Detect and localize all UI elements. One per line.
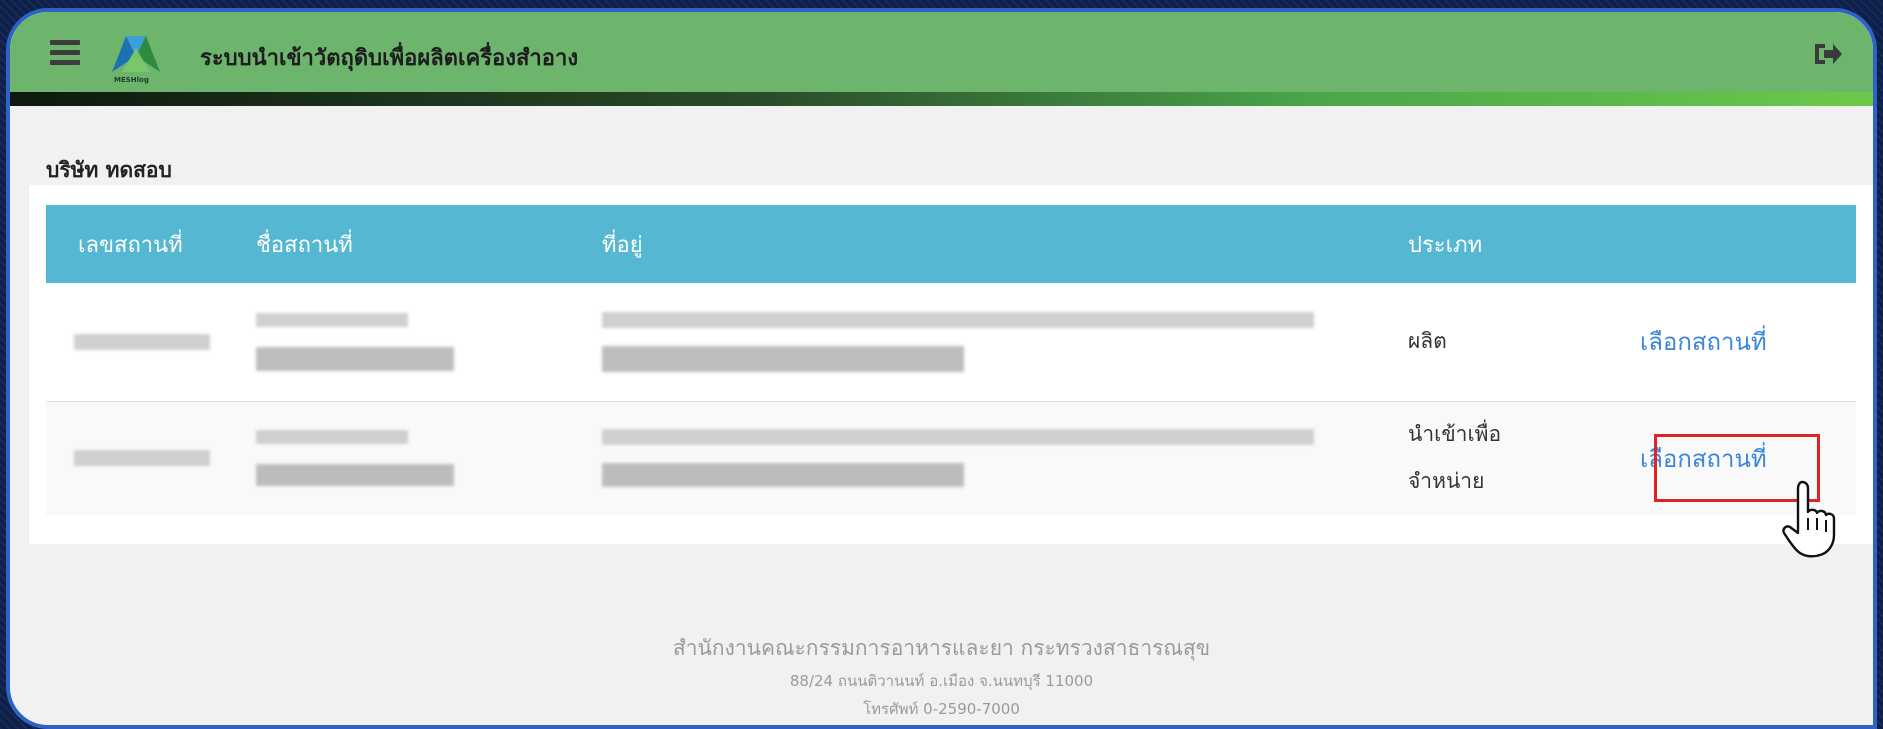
redacted-text [602,463,964,488]
column-header-site-name: ชื่อสถานที่ [256,232,353,258]
header-stripe [10,92,1873,106]
redacted-text [602,429,1314,446]
site-name-cell [256,401,602,515]
type-line-2: จำหน่าย [1408,469,1485,494]
column-header-action [1602,205,1856,283]
company-name: บริษัท ทดสอบ [46,158,172,182]
redacted-text [256,346,454,371]
app-window: MESHlog ระบบนำเข้าวัตถุดิบเพื่อผลิตเครื่… [6,8,1877,729]
table-row: นำเข้าเพื่อ จำหน่าย เลือกสถานที่ [46,401,1856,515]
footer-address: 88/24 ถนนติวานนท์ อ.เมือง จ.นนทบุรี 1100… [789,672,1094,690]
footer-agency: สำนักงานคณะกรรมการอาหารและยา กระทรวงสาธา… [672,636,1211,660]
action-cell: เลือกสถานที่ [1602,283,1856,401]
sites-table: เลขสถานที่ ชื่อสถานที่ ที่อยู่ ประเภท ผล… [46,205,1856,515]
redacted-text [256,430,408,445]
address-cell [602,401,1408,515]
footer-phone: โทรศัพท์ 0-2590-7000 [863,700,1020,718]
redacted-text [256,312,408,327]
redacted-text [74,333,210,350]
table-header-row: เลขสถานที่ ชื่อสถานที่ ที่อยู่ ประเภท [46,205,1856,283]
column-header-site-number: เลขสถานที่ [78,232,183,258]
footer: สำนักงานคณะกรรมการอาหารและยา กระทรวงสาธา… [10,632,1873,721]
column-header-address: ที่อยู่ [602,232,643,258]
sites-panel: เลขสถานที่ ชื่อสถานที่ ที่อยู่ ประเภท ผล… [29,185,1873,544]
site-number-cell [46,283,256,401]
site-name-cell [256,283,602,401]
type-line-1: นำเข้าเพื่อ [1408,422,1502,447]
redacted-text [602,311,1314,328]
type-cell: ผลิต [1408,329,1447,354]
table-row: ผลิต เลือกสถานที่ [46,283,1856,401]
site-number-cell [46,401,256,515]
hand-pointer-icon [1782,480,1836,558]
redacted-text [74,450,210,467]
type-cell: นำเข้าเพื่อ จำหน่าย [1408,401,1602,515]
logo-text: MESHlog [114,76,149,84]
hamburger-menu-icon[interactable] [50,40,80,66]
app-title: ระบบนำเข้าวัตถุดิบเพื่อผลิตเครื่องสำอาง [200,46,579,71]
select-site-link[interactable]: เลือกสถานที่ [1640,328,1767,356]
address-cell [602,283,1408,401]
top-navbar: MESHlog ระบบนำเข้าวัตถุดิบเพื่อผลิตเครื่… [10,12,1873,98]
redacted-text [602,345,964,372]
sign-out-icon[interactable] [1811,40,1843,68]
column-header-type: ประเภท [1408,232,1483,258]
redacted-text [256,464,454,487]
